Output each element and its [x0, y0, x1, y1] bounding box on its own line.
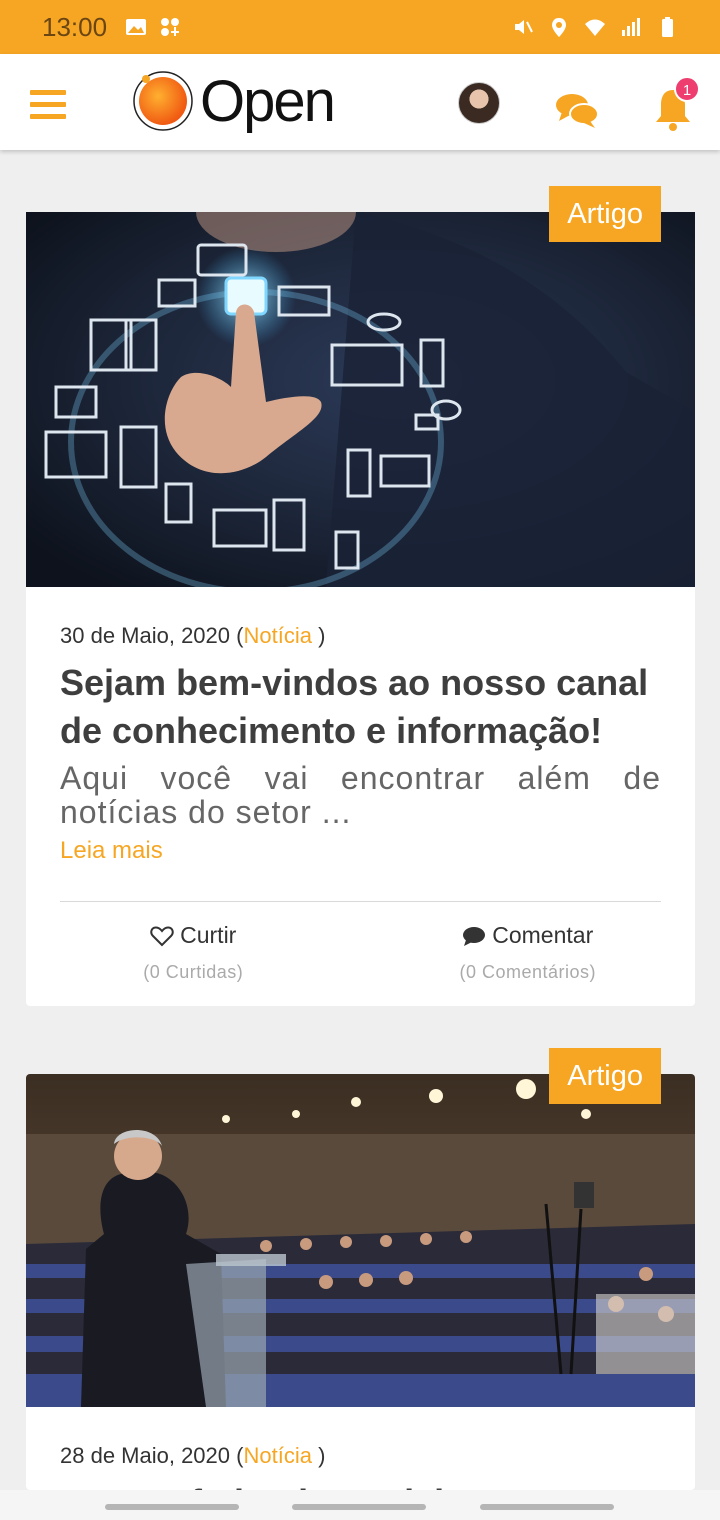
comment-label: Comentar [492, 922, 594, 948]
post-card: Artigo 30 de Maio, 2020 (Notícia ) Sejam… [26, 186, 695, 1006]
status-time: 13:00 [42, 11, 108, 42]
post-category[interactable]: Notícia [243, 623, 311, 648]
paren-close: ) [318, 623, 326, 648]
post-actions: Curtir (0 Curtidas) Comentar (0 Comentár… [26, 902, 695, 1006]
post-image[interactable] [26, 212, 695, 587]
nav-back-indicator[interactable] [105, 1504, 239, 1510]
chat-icon[interactable] [554, 90, 600, 130]
post-excerpt: Aqui você vai encontrar além de notícias… [60, 760, 661, 830]
read-more-link[interactable]: Leia mais [60, 837, 661, 865]
logo-circle-icon [133, 71, 193, 131]
avatar[interactable] [458, 82, 500, 124]
logo-text: Open [200, 68, 336, 134]
post-image[interactable] [26, 1074, 695, 1407]
apps-icon [161, 18, 180, 36]
post-tag[interactable]: Artigo [549, 1048, 661, 1104]
post-date: 28 de Maio, 2020 [60, 1443, 231, 1468]
notification-badge: 1 [674, 76, 700, 102]
comment-count: (0 Comentários) [459, 961, 597, 982]
network-touch-image [26, 212, 695, 587]
like-count: (0 Curtidas) [143, 961, 244, 982]
comment-icon [463, 926, 486, 946]
post-tag[interactable]: Artigo [549, 186, 661, 242]
post-title[interactable]: Evento federal traz debates nos [60, 1479, 661, 1490]
paren-close: ) [318, 1443, 326, 1468]
mute-icon [515, 20, 533, 34]
battery-icon [662, 17, 673, 37]
menu-icon[interactable] [30, 90, 66, 120]
heart-icon [150, 925, 174, 946]
like-label: Curtir [180, 922, 237, 948]
like-button[interactable]: Curtir (0 Curtidas) [26, 902, 361, 1006]
image-icon [126, 19, 147, 35]
post-meta: 28 de Maio, 2020 (Notícia ) [60, 1443, 661, 1469]
post-category[interactable]: Notícia [243, 1443, 311, 1468]
post-meta: 30 de Maio, 2020 (Notícia ) [60, 623, 661, 649]
signal-icon [622, 18, 640, 36]
conference-image [26, 1074, 695, 1407]
location-icon [552, 18, 566, 37]
wifi-icon [585, 19, 605, 36]
nav-home-indicator[interactable] [292, 1504, 426, 1510]
post-date: 30 de Maio, 2020 [60, 623, 231, 648]
post-card: 28 de Maio, 2020 (Notícia ) Evento feder… [26, 1074, 695, 1490]
nav-recents-indicator[interactable] [480, 1504, 614, 1510]
logo[interactable]: Open [132, 66, 336, 136]
status-bar: 13:00 [0, 0, 720, 54]
app-bar: Open 1 [0, 54, 720, 150]
comment-button[interactable]: Comentar (0 Comentários) [361, 902, 696, 1006]
post-title[interactable]: Sejam bem-vindos ao nosso canal de conhe… [60, 659, 661, 755]
system-nav-bar [0, 1490, 720, 1520]
